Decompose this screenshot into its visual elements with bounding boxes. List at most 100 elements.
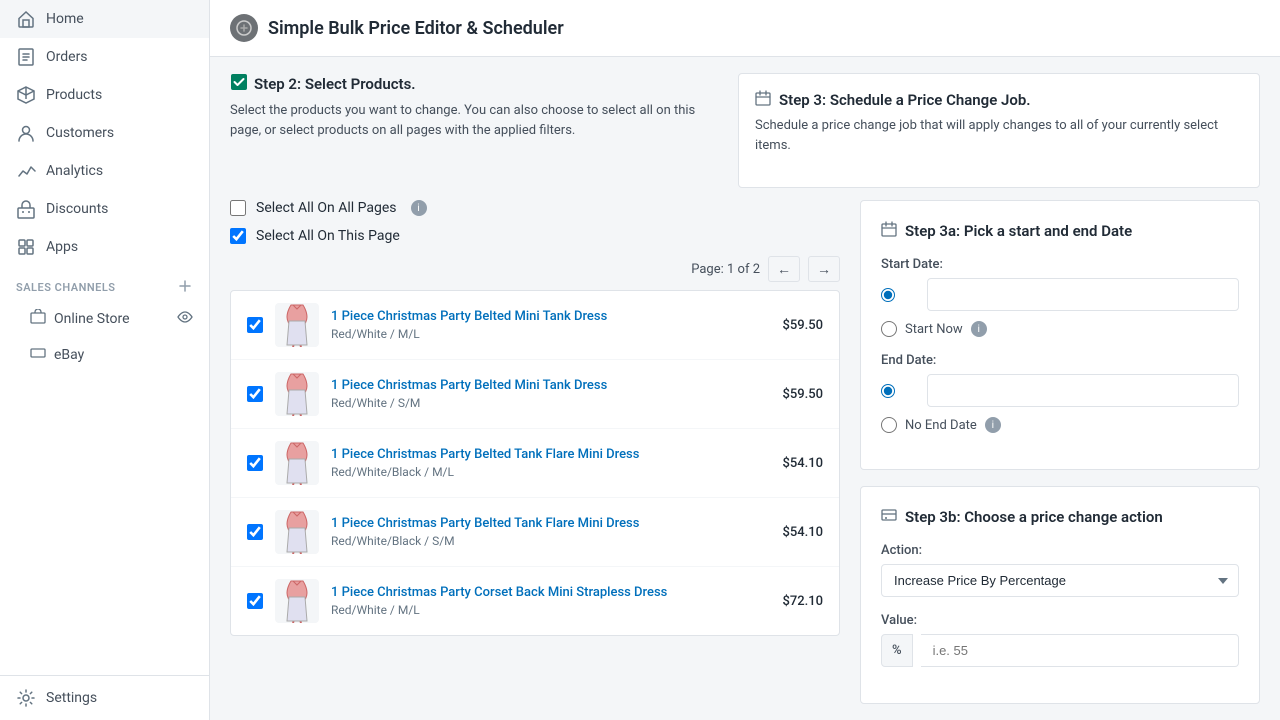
sidebar: Home Orders Products Customers <box>0 0 210 720</box>
no-end-date-option: No End Date i <box>881 417 1239 433</box>
sales-channels-section: SALES CHANNELS <box>0 266 209 301</box>
settings-icon <box>16 688 36 708</box>
sidebar-nav-products[interactable]: Products <box>0 76 209 114</box>
product-thumbnail <box>275 510 319 554</box>
step3b-price-icon <box>881 507 897 527</box>
sidebar-nav-settings[interactable]: Settings <box>0 676 209 720</box>
end-date-specific-option: 01/02/2018 11:44 PM <box>881 374 1239 407</box>
start-date-group: Start Date: 01/02/2018 11:44 PM Start No… <box>881 257 1239 337</box>
select-all-page-checkbox[interactable] <box>230 228 246 244</box>
pagination-next-button[interactable]: → <box>808 256 840 282</box>
action-label: Action: <box>881 543 1239 558</box>
select-all-pages-checkbox[interactable] <box>230 200 246 216</box>
product-name: 1 Piece Christmas Party Belted Tank Flar… <box>331 447 770 464</box>
table-row: 1 Piece Christmas Party Belted Tank Flar… <box>231 429 839 498</box>
select-all-page-row: Select All On This Page <box>230 228 840 244</box>
sidebar-label-settings: Settings <box>46 690 97 706</box>
analytics-icon <box>16 161 36 181</box>
product-checkbox[interactable] <box>247 455 263 471</box>
table-row: 1 Piece Christmas Party Corset Back Mini… <box>231 567 839 635</box>
products-icon <box>16 85 36 105</box>
page-title: Simple Bulk Price Editor & Scheduler <box>268 18 564 39</box>
product-checkbox[interactable] <box>247 524 263 540</box>
sidebar-nav-customers[interactable]: Customers <box>0 114 209 152</box>
no-end-date-label[interactable]: No End Date i <box>905 417 1001 433</box>
product-price: $59.50 <box>782 318 823 333</box>
discounts-icon <box>16 199 36 219</box>
step3-title: Step 3: Schedule a Price Change Job. <box>779 91 1031 109</box>
product-info: 1 Piece Christmas Party Belted Mini Tank… <box>331 309 770 342</box>
product-thumbnail <box>275 303 319 347</box>
start-now-label[interactable]: Start Now i <box>905 321 987 337</box>
start-date-input[interactable]: 01/02/2018 11:44 PM <box>927 278 1239 311</box>
step2-info: Step 2: Select Products. Select the prod… <box>230 73 718 188</box>
eye-icon[interactable] <box>177 309 193 329</box>
value-row: % <box>881 634 1239 667</box>
product-name: 1 Piece Christmas Party Belted Tank Flar… <box>331 516 770 533</box>
product-list-scroll: 1 Piece Christmas Party Belted Mini Tank… <box>231 291 839 635</box>
table-row: 1 Piece Christmas Party Belted Tank Flar… <box>231 498 839 567</box>
step2-description: Select the products you want to change. … <box>230 101 718 140</box>
product-info: 1 Piece Christmas Party Belted Tank Flar… <box>331 447 770 480</box>
table-row: 1 Piece Christmas Party Belted Mini Tank… <box>231 291 839 360</box>
product-checkbox[interactable] <box>247 593 263 609</box>
right-panel: Step 3a: Pick a start and end Date Start… <box>860 200 1260 720</box>
step3-info: Step 3: Schedule a Price Change Job. Sch… <box>738 73 1260 188</box>
start-date-specific-radio[interactable] <box>881 287 895 303</box>
value-input[interactable] <box>921 634 1239 667</box>
sidebar-nav-discounts[interactable]: Discounts <box>0 190 209 228</box>
table-row: 1 Piece Christmas Party Belted Mini Tank… <box>231 360 839 429</box>
product-price: $72.10 <box>782 594 823 609</box>
apps-icon <box>16 237 36 257</box>
end-date-group: End Date: 01/02/2018 11:44 PM No End Dat… <box>881 353 1239 433</box>
add-channel-icon[interactable] <box>177 278 193 297</box>
sidebar-label-analytics: Analytics <box>46 163 103 179</box>
no-end-date-radio[interactable] <box>881 417 897 433</box>
step3b-card: Step 3b: Choose a price change action Ac… <box>860 486 1260 704</box>
end-date-specific-radio[interactable] <box>881 383 895 399</box>
sidebar-nav-home[interactable]: Home <box>0 0 209 38</box>
value-group: Value: % <box>881 613 1239 667</box>
action-select[interactable]: Increase Price By Percentage Decrease Pr… <box>881 564 1239 597</box>
product-variant: Red/White/Black / S/M <box>331 534 770 548</box>
action-group: Action: Increase Price By Percentage Dec… <box>881 543 1239 597</box>
step3-description: Schedule a price change job that will ap… <box>755 116 1243 155</box>
home-icon <box>16 9 36 29</box>
product-checkbox[interactable] <box>247 386 263 402</box>
sidebar-label-discounts: Discounts <box>46 201 108 217</box>
step3a-cal-icon <box>881 221 897 241</box>
percent-badge: % <box>881 634 913 667</box>
start-now-info-icon[interactable]: i <box>971 321 987 337</box>
end-date-input[interactable]: 01/02/2018 11:44 PM <box>927 374 1239 407</box>
product-name: 1 Piece Christmas Party Corset Back Mini… <box>331 585 770 602</box>
product-checkbox[interactable] <box>247 317 263 333</box>
no-end-date-info-icon[interactable]: i <box>985 417 1001 433</box>
select-all-page-label[interactable]: Select All On This Page <box>256 228 400 244</box>
pagination-prev-button[interactable]: ← <box>768 256 800 282</box>
sidebar-label-customers: Customers <box>46 125 114 141</box>
product-variant: Red/White / M/L <box>331 327 770 341</box>
pagination-label: Page: 1 of 2 <box>691 262 760 277</box>
step2-check-icon <box>230 73 248 95</box>
product-variant: Red/White/Black / M/L <box>331 465 770 479</box>
main-header: Simple Bulk Price Editor & Scheduler <box>210 0 1280 57</box>
sidebar-nav-orders[interactable]: Orders <box>0 38 209 76</box>
product-thumbnail <box>275 372 319 416</box>
sidebar-sub-online-store[interactable]: Online Store <box>0 301 209 337</box>
start-now-radio[interactable] <box>881 321 897 337</box>
sidebar-nav-apps[interactable]: Apps <box>0 228 209 266</box>
sidebar-label-apps: Apps <box>46 239 78 255</box>
start-now-option: Start Now i <box>881 321 1239 337</box>
main-content: Simple Bulk Price Editor & Scheduler Ste… <box>210 0 1280 720</box>
product-name: 1 Piece Christmas Party Belted Mini Tank… <box>331 378 770 395</box>
online-store-icon <box>30 309 46 329</box>
select-all-pages-info-icon[interactable]: i <box>411 200 427 216</box>
pagination: Page: 1 of 2 ← → <box>230 256 840 282</box>
select-all-pages-label[interactable]: Select All On All Pages <box>256 200 397 216</box>
product-info: 1 Piece Christmas Party Belted Tank Flar… <box>331 516 770 549</box>
step3-cal-icon <box>755 90 771 110</box>
sidebar-sub-ebay[interactable]: eBay <box>0 337 209 373</box>
sidebar-nav-analytics[interactable]: Analytics <box>0 152 209 190</box>
product-info: 1 Piece Christmas Party Belted Mini Tank… <box>331 378 770 411</box>
sidebar-label-home: Home <box>46 11 84 27</box>
